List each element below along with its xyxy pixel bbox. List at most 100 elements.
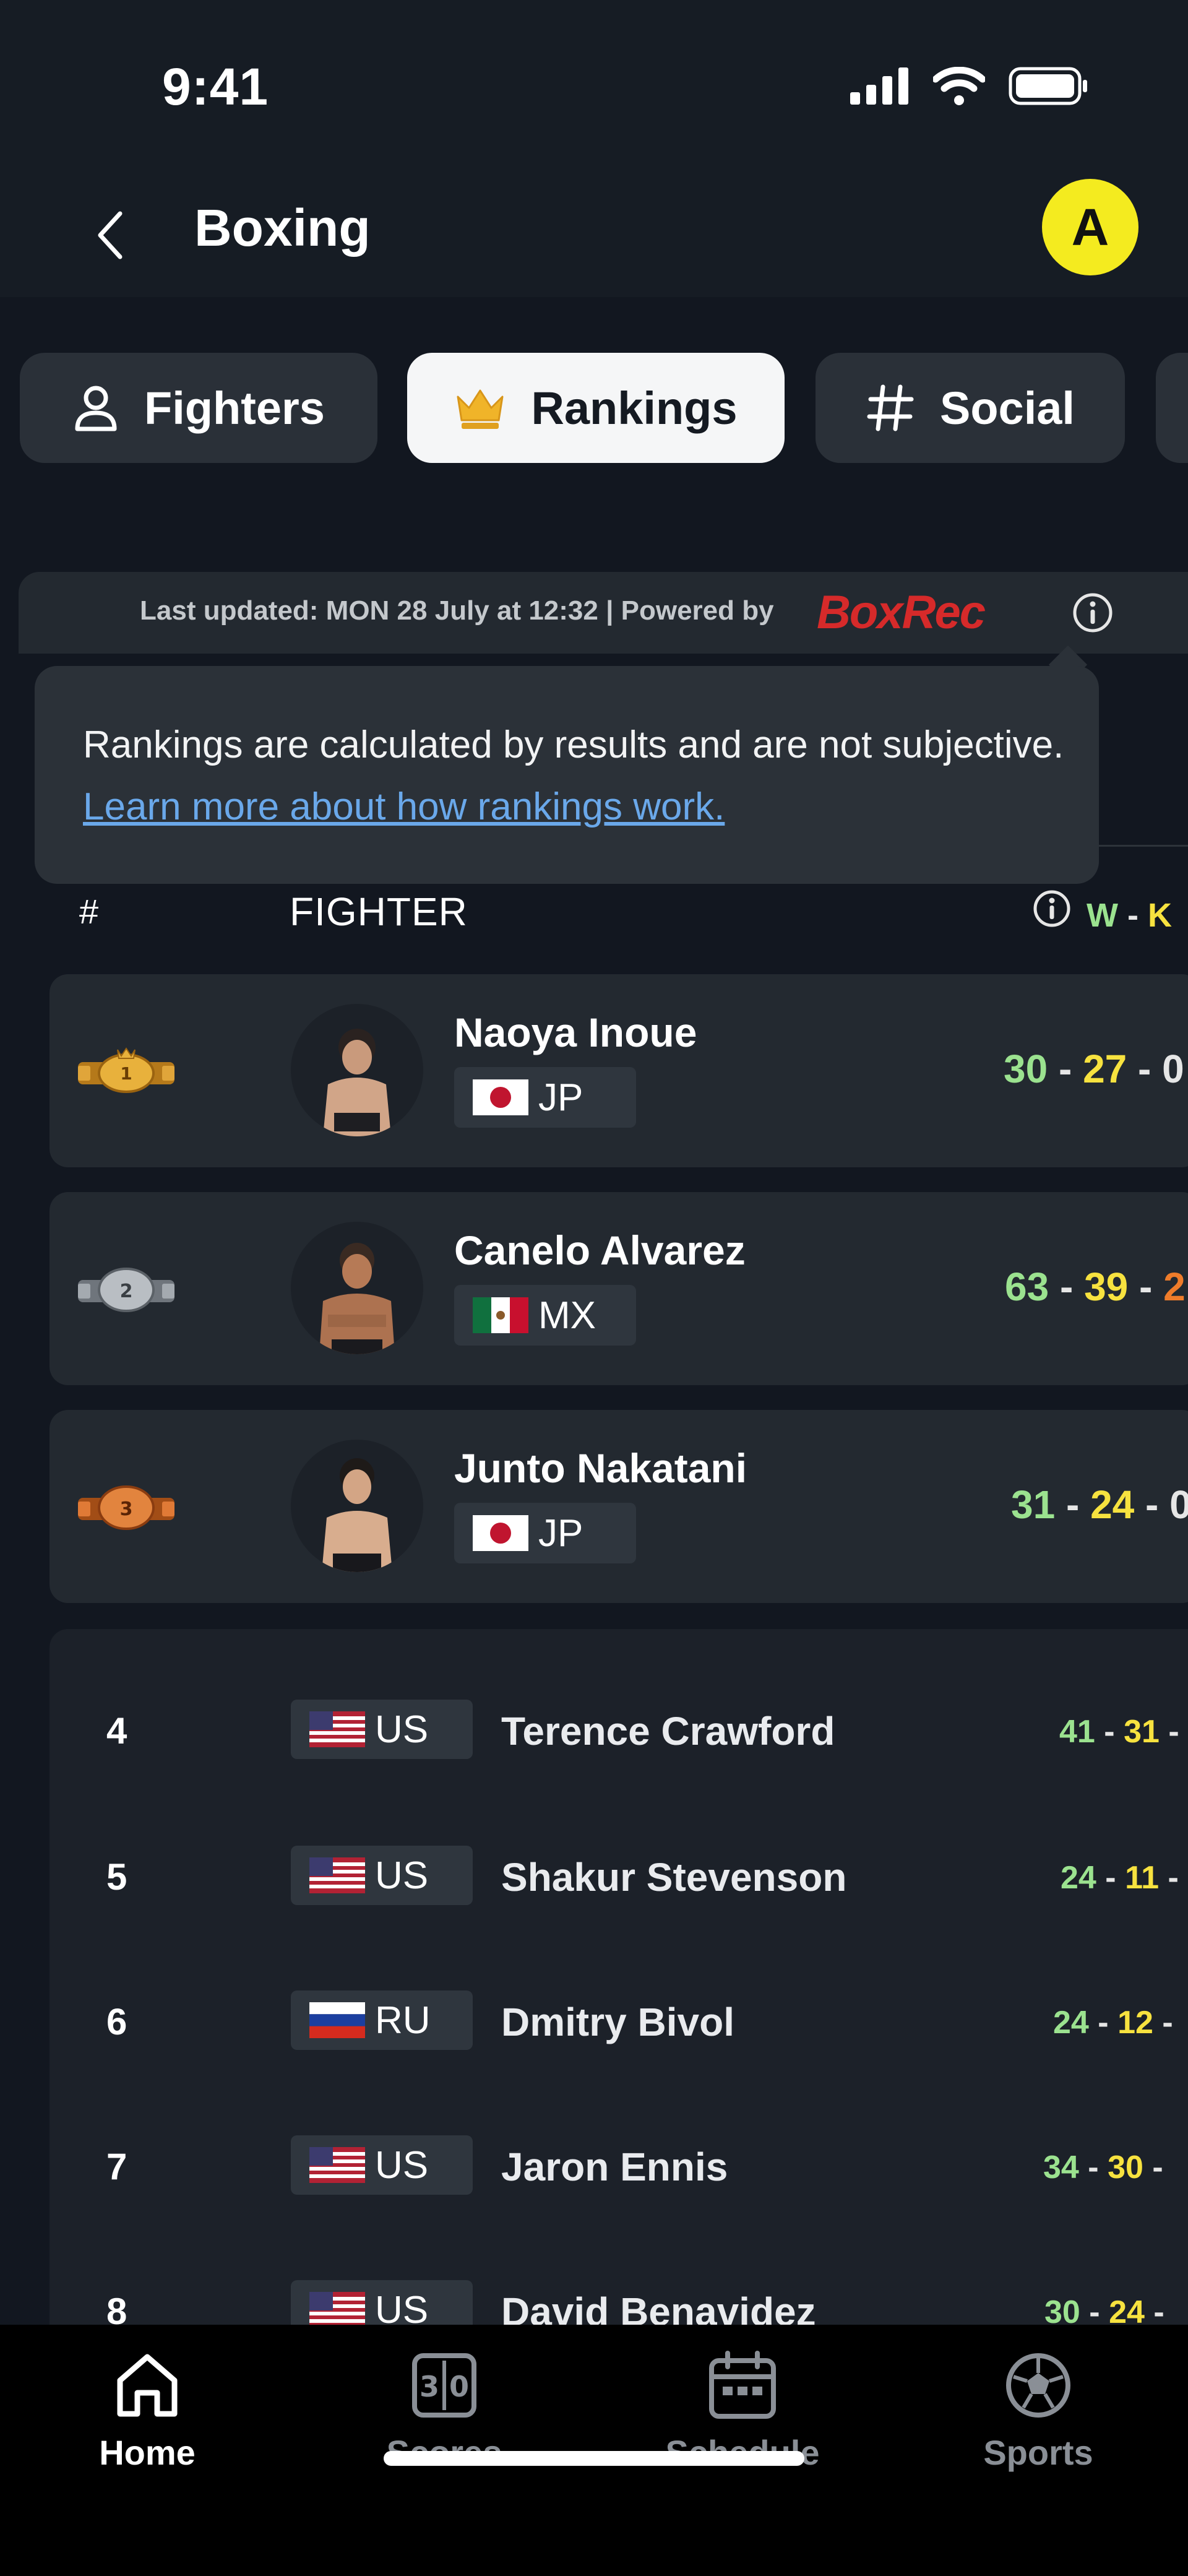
- status-bar: 9:41: [0, 0, 1188, 173]
- svg-text:1: 1: [120, 1063, 132, 1084]
- usa-flag-icon: [309, 1711, 365, 1747]
- person-icon: [75, 386, 117, 431]
- nav-sports[interactable]: Sports: [958, 2347, 1119, 2473]
- svg-text:3: 3: [420, 2370, 439, 2403]
- fighter-name: Terence Crawford: [501, 1709, 835, 1753]
- avatar[interactable]: A: [1042, 179, 1138, 275]
- fight-record: 31 - 24 - 0: [1011, 1482, 1188, 1527]
- divider: [1099, 845, 1188, 847]
- tab-rankings-label: Rankings: [531, 382, 738, 434]
- info-icon[interactable]: [1072, 592, 1114, 634]
- russia-flag-icon: [309, 2002, 365, 2038]
- tab-more-partial[interactable]: [1156, 353, 1188, 463]
- scoreboard-icon: 3 0: [406, 2347, 483, 2424]
- rankings-tooltip: Rankings are calculated by results and a…: [35, 666, 1099, 884]
- wins-column-label: W: [1087, 897, 1118, 934]
- fight-record: 24 - 12 -: [1053, 2005, 1173, 2041]
- tooltip-message: Rankings are calculated by results and a…: [83, 724, 1064, 766]
- fighter-photo: [291, 1222, 423, 1354]
- country-chip: US: [291, 1700, 473, 1759]
- learn-more-link[interactable]: Learn more about how rankings work.: [83, 785, 725, 828]
- rank-number: 4: [106, 1710, 127, 1752]
- ranking-row[interactable]: 5 US Shakur Stevenson 24 - 11 -: [50, 1846, 1188, 1908]
- hashtag-icon: [867, 384, 914, 431]
- ranking-row[interactable]: 6 RU Dmitry Bivol 24 - 12 -: [50, 1990, 1188, 2052]
- ranking-row[interactable]: 4 US Terence Crawford 41 - 31 -: [50, 1700, 1188, 1761]
- mexico-flag-icon: [473, 1297, 528, 1333]
- record-info-icon[interactable]: [1032, 889, 1072, 928]
- nav-sports-label: Sports: [983, 2433, 1093, 2472]
- tab-fighters[interactable]: Fighters: [20, 353, 377, 463]
- fighter-column-header: FIGHTER: [290, 889, 468, 934]
- home-icon: [109, 2347, 186, 2424]
- country-code: MX: [538, 1294, 596, 1337]
- country-code: US: [375, 2143, 429, 2187]
- usa-flag-icon: [309, 1857, 365, 1893]
- ko-column-label: K: [1147, 897, 1172, 934]
- country-code: US: [375, 1708, 429, 1751]
- ranking-row[interactable]: 7 US Jaron Ennis 34 - 30 -: [50, 2135, 1188, 2197]
- record-column-header: W - K: [1087, 897, 1172, 934]
- country-chip: US: [291, 1846, 473, 1905]
- home-indicator: [384, 2451, 804, 2466]
- calendar-icon: [704, 2347, 781, 2424]
- fight-record: 30 - 27 - 0: [1004, 1047, 1184, 1091]
- country-chip: JP: [454, 1067, 636, 1128]
- back-arrow-icon[interactable]: [80, 204, 142, 266]
- tab-rankings[interactable]: Rankings: [407, 353, 785, 463]
- fight-record: 41 - 31 -: [1059, 1714, 1179, 1750]
- boxrec-logo: BoxRec: [817, 586, 986, 639]
- tab-social-label: Social: [940, 382, 1075, 434]
- fighter-photo: [291, 1440, 423, 1572]
- japan-flag-icon: [473, 1515, 528, 1551]
- last-updated-bar: Last updated: MON 28 July at 12:32 | Pow…: [19, 572, 1188, 654]
- fighter-name: Shakur Stevenson: [501, 1855, 847, 1900]
- rankings-screen: 9:41 Boxing A Fighters Rankings Social L…: [0, 0, 1188, 2576]
- country-code: JP: [538, 1511, 583, 1555]
- country-chip: US: [291, 2135, 473, 2195]
- rankings-list: 4 US Terence Crawford 41 - 31 - 5 US Sha…: [50, 1629, 1188, 2359]
- fight-record: 34 - 30 -: [1043, 2150, 1163, 2185]
- podium-card-3[interactable]: 3 Junto Nakatani JP 31 - 24 - 0: [50, 1410, 1188, 1603]
- fighter-name: Dmitry Bivol: [501, 2000, 734, 2044]
- usa-flag-icon: [309, 2147, 365, 2183]
- fighter-name: Naoya Inoue: [454, 1009, 697, 1055]
- rank-number: 5: [106, 1856, 127, 1898]
- country-code: RU: [375, 1999, 431, 2042]
- rank-number: 7: [106, 2146, 127, 2187]
- status-icons: [850, 67, 1089, 105]
- fighter-photo: [291, 1004, 423, 1136]
- soccer-ball-icon: [1000, 2347, 1077, 2424]
- japan-flag-icon: [473, 1079, 528, 1115]
- crown-icon: [457, 389, 504, 429]
- fight-record: 24 - 11 -: [1061, 1860, 1179, 1896]
- wifi-icon: [933, 67, 985, 105]
- status-time: 9:41: [162, 58, 269, 116]
- tooltip-text: Rankings are calculated by results and a…: [83, 714, 1073, 838]
- section-tabs: Fighters Rankings Social: [0, 353, 1188, 464]
- app-header: Boxing A: [0, 173, 1188, 297]
- svg-text:2: 2: [120, 1281, 133, 1302]
- country-code: US: [375, 1854, 429, 1897]
- tab-social[interactable]: Social: [816, 353, 1125, 463]
- fighter-name: Junto Nakatani: [454, 1445, 747, 1491]
- country-code: JP: [538, 1076, 583, 1119]
- tab-fighters-label: Fighters: [144, 382, 325, 434]
- podium-card-2[interactable]: 2 Canelo Alvarez MX 63 - 39 - 2: [50, 1192, 1188, 1385]
- country-chip: MX: [454, 1285, 636, 1346]
- bronze-belt-icon: 3: [78, 1485, 174, 1530]
- fighter-name: Jaron Ennis: [501, 2145, 728, 2189]
- country-chip: JP: [454, 1503, 636, 1563]
- svg-text:0: 0: [449, 2370, 469, 2403]
- silver-belt-icon: 2: [78, 1268, 174, 1312]
- rank-number: 6: [106, 2001, 127, 2042]
- cellular-signal-icon: [850, 67, 908, 105]
- last-updated-text: Last updated: MON 28 July at 12:32 | Pow…: [140, 595, 774, 626]
- nav-home-label: Home: [99, 2433, 196, 2472]
- svg-text:3: 3: [120, 1498, 133, 1520]
- nav-home[interactable]: Home: [67, 2347, 228, 2473]
- fight-record: 63 - 39 - 2: [1005, 1264, 1186, 1309]
- country-chip: RU: [291, 1990, 473, 2050]
- battery-icon: [1009, 67, 1087, 105]
- podium-card-1[interactable]: 1 Naoya Inoue JP 30 - 27 - 0: [50, 974, 1188, 1167]
